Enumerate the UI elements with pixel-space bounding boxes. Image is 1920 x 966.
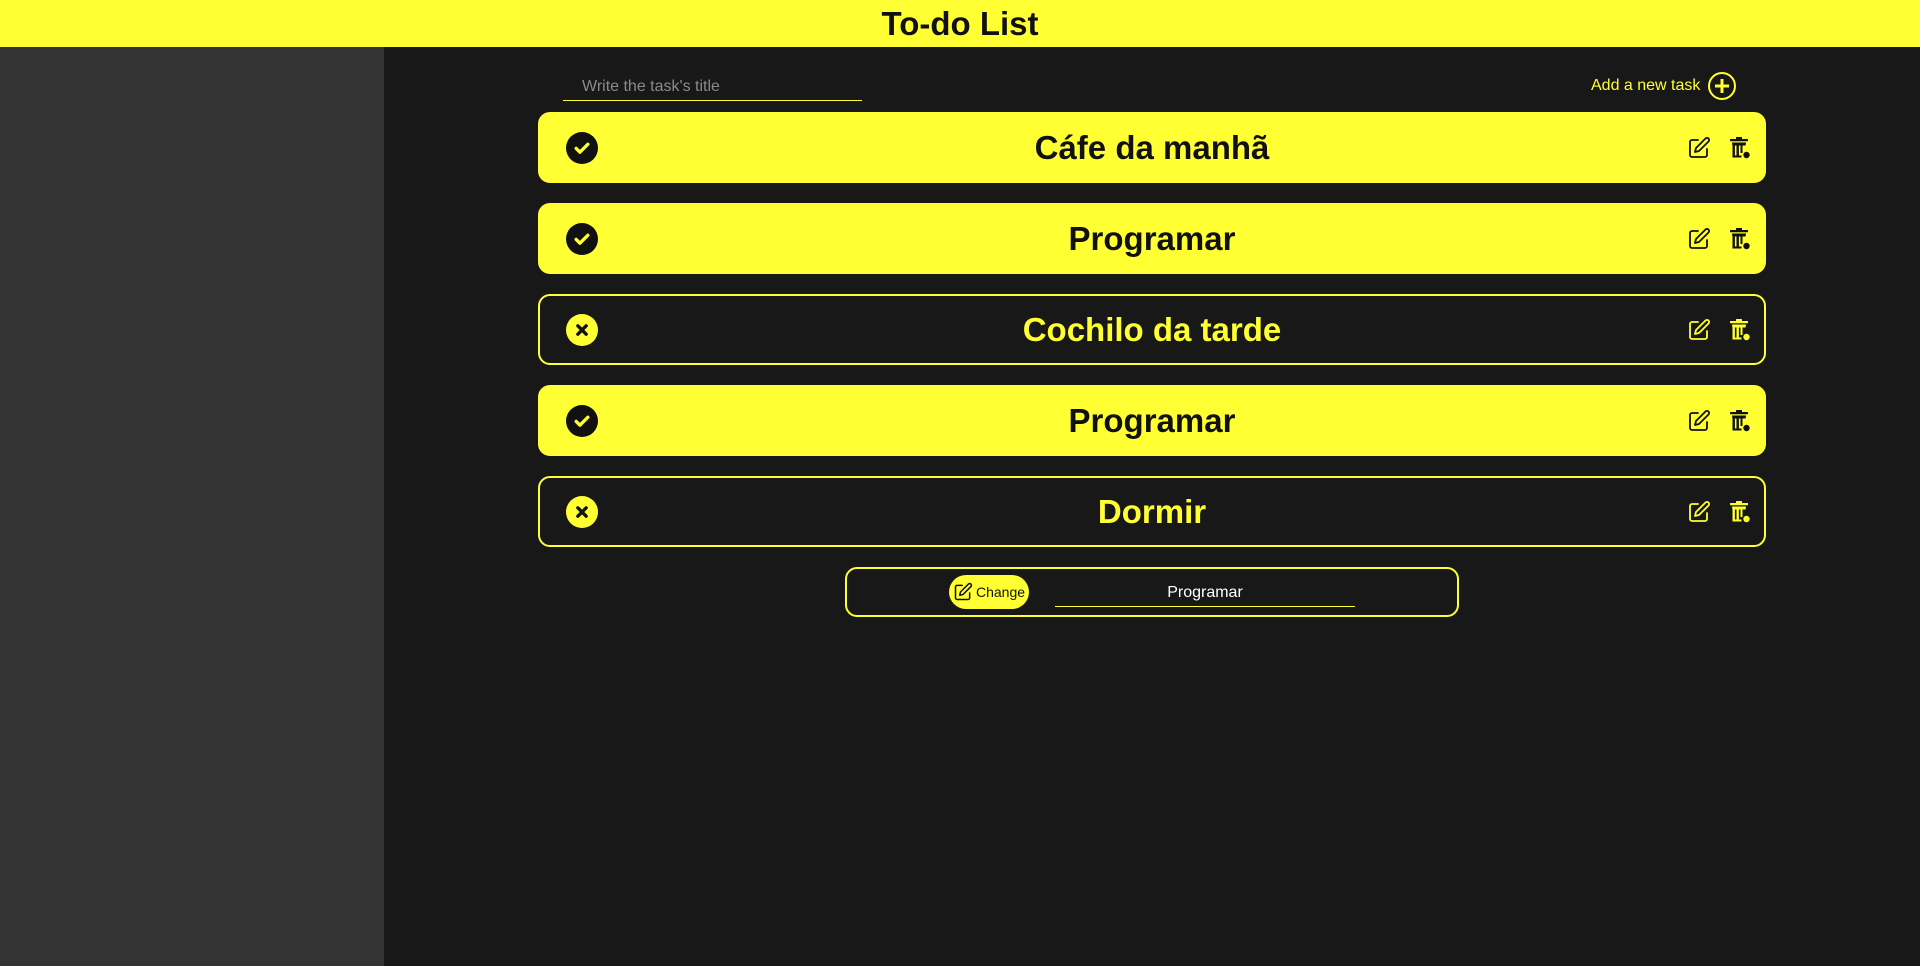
pencil-square-icon — [1687, 136, 1711, 160]
task-item: Cochilo da tarde — [538, 294, 1766, 365]
x-circle-icon[interactable] — [566, 313, 598, 346]
delete-task-button[interactable] — [1726, 226, 1752, 252]
trash-icon — [1727, 318, 1751, 342]
task-actions — [1686, 226, 1752, 252]
trash-icon — [1727, 136, 1751, 160]
edit-task-input[interactable] — [1055, 579, 1355, 607]
check-circle-icon[interactable] — [566, 222, 598, 255]
sidebar — [0, 47, 384, 966]
new-task-title-input[interactable] — [563, 74, 862, 101]
add-task-label: Add a new task — [1591, 77, 1701, 94]
check-circle-icon[interactable] — [566, 404, 598, 437]
task-title: Programar — [1068, 401, 1236, 439]
pencil-square-icon — [1687, 500, 1711, 524]
task-actions — [1686, 408, 1752, 434]
app-header: To-do List — [0, 0, 1920, 47]
pencil-square-icon — [954, 582, 973, 601]
change-button[interactable]: Change — [949, 575, 1029, 609]
task-title: Programar — [1068, 219, 1236, 257]
edit-task-button[interactable] — [1686, 226, 1712, 252]
plus-circle-icon — [1708, 72, 1737, 100]
pencil-square-icon — [1687, 227, 1711, 251]
task-item: Programar — [538, 203, 1766, 274]
edit-task-button[interactable] — [1686, 499, 1712, 525]
add-task-button[interactable]: Add a new task — [1591, 70, 1737, 102]
change-button-label: Change — [975, 584, 1026, 600]
edit-task-panel: Change — [845, 567, 1459, 617]
delete-task-button[interactable] — [1726, 317, 1752, 343]
x-circle-icon[interactable] — [566, 495, 598, 528]
check-circle-icon[interactable] — [566, 131, 598, 164]
task-title: Dormir — [1097, 492, 1207, 530]
delete-task-button[interactable] — [1726, 499, 1752, 525]
trash-icon — [1727, 500, 1751, 524]
delete-task-button[interactable] — [1726, 135, 1752, 161]
task-title: Cochilo da tarde — [1022, 310, 1282, 348]
page-title: To-do List — [881, 4, 1039, 42]
delete-task-button[interactable] — [1726, 408, 1752, 434]
edit-task-button[interactable] — [1686, 317, 1712, 343]
trash-icon — [1727, 409, 1751, 433]
trash-icon — [1727, 227, 1751, 251]
pencil-square-icon — [1687, 409, 1711, 433]
edit-task-button[interactable] — [1686, 408, 1712, 434]
task-item: Programar — [538, 385, 1766, 456]
edit-task-button[interactable] — [1686, 135, 1712, 161]
task-actions — [1686, 135, 1752, 161]
task-actions — [1686, 499, 1752, 525]
task-list: Cáfe da manhã Programar Cochilo da tarde… — [538, 112, 1766, 567]
task-title: Cáfe da manhã — [1034, 128, 1270, 166]
main-content: Add a new task Cáfe da manhã Programar C… — [384, 47, 1920, 966]
pencil-square-icon — [1687, 318, 1711, 342]
task-item: Cáfe da manhã — [538, 112, 1766, 183]
task-actions — [1686, 317, 1752, 343]
task-item: Dormir — [538, 476, 1766, 547]
